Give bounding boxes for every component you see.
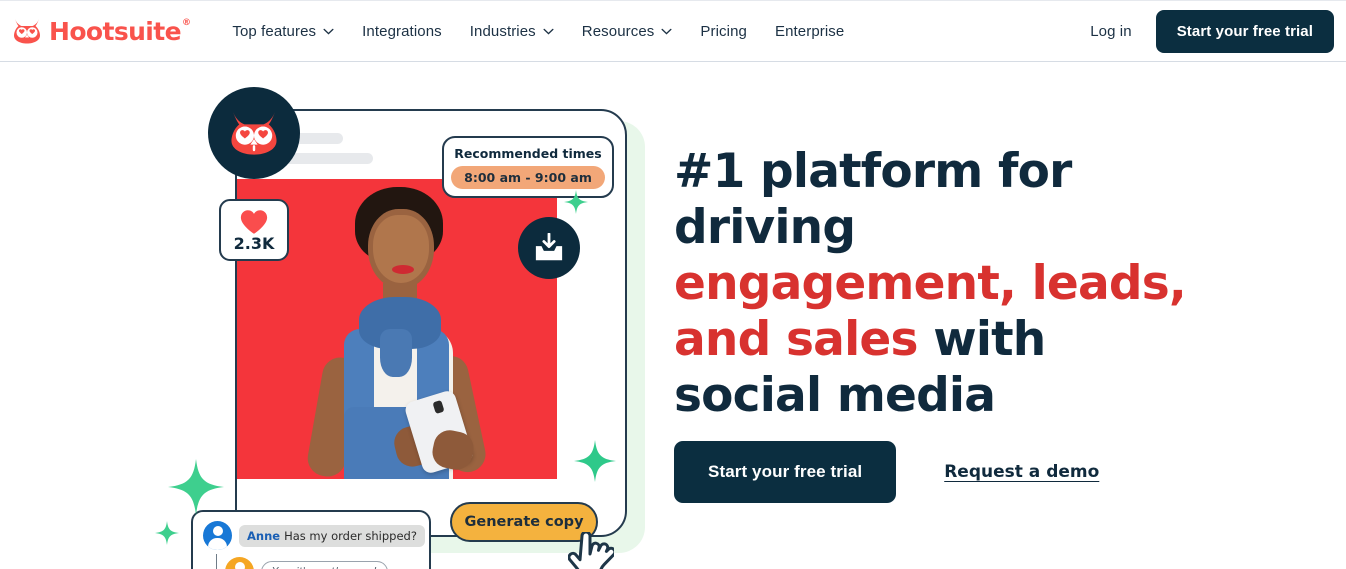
photo-lips	[392, 265, 414, 274]
nav-item-integrations[interactable]: Integrations	[348, 15, 456, 48]
chat-row-incoming: Anne Has my order shipped?	[203, 521, 425, 550]
recommended-time-pill: 8:00 am - 9:00 am	[451, 165, 605, 189]
hero-copy: #1 platform for driving engagement, lead…	[674, 144, 1234, 503]
headline-line-5: social media	[674, 368, 996, 423]
download-tray-icon	[535, 233, 563, 261]
owl-avatar-badge	[208, 87, 300, 179]
main-navbar: Hootsuite® Top features Integrations Ind…	[0, 1, 1346, 62]
chat-bubble-incoming: Anne Has my order shipped?	[239, 524, 425, 547]
chat-row-reply: Yes, it's on the way!	[225, 557, 419, 569]
pointing-hand-cursor-icon	[568, 532, 614, 569]
hero-section: 2.3K Recommended times 8:00 am - 9:00 am	[0, 62, 1346, 569]
chat-sender-name: Anne	[247, 528, 281, 543]
navbar-start-free-trial-button[interactable]: Start your free trial	[1155, 9, 1334, 53]
registered-mark: ®	[181, 17, 191, 28]
nav-label: Top features	[232, 22, 317, 40]
chevron-down-icon	[661, 28, 672, 35]
hootsuite-logo[interactable]: Hootsuite®	[12, 16, 191, 46]
recommended-times-title: Recommended times	[454, 145, 602, 161]
nav-item-resources[interactable]: Resources	[568, 15, 687, 48]
download-badge	[518, 217, 580, 279]
nav-right-actions: Log in Start your free trial	[1080, 9, 1334, 53]
chat-bubble-reply: Yes, it's on the way!	[261, 560, 389, 569]
chevron-down-icon	[323, 28, 334, 35]
sparkle-icon	[155, 521, 179, 545]
chat-message-text: Has my order shipped?	[284, 528, 417, 543]
likes-card: 2.3K	[219, 199, 289, 261]
photo-scarf-tail	[380, 329, 412, 377]
sparkle-icon	[168, 459, 224, 515]
nav-item-top-features[interactable]: Top features	[218, 15, 348, 48]
nav-label: Industries	[469, 22, 536, 40]
hootsuite-owl-icon	[14, 19, 40, 44]
heart-icon	[240, 209, 268, 234]
nav-label: Resources	[581, 22, 655, 40]
nav-links: Top features Integrations Industries Res…	[218, 15, 858, 48]
headline-line-4-red: and sales	[674, 312, 918, 367]
recommended-times-card: Recommended times 8:00 am - 9:00 am	[442, 136, 614, 198]
headline-line-3: engagement, leads,	[674, 256, 1187, 311]
chevron-down-icon	[543, 28, 554, 35]
user-avatar-blue	[203, 521, 232, 550]
hero-illustration: 2.3K Recommended times 8:00 am - 9:00 am	[150, 87, 650, 569]
nav-label: Enterprise	[774, 22, 845, 40]
likes-count: 2.3K	[233, 233, 275, 253]
sparkle-icon	[574, 440, 616, 482]
hootsuite-owl-icon	[231, 112, 277, 155]
page-root: Hootsuite® Top features Integrations Ind…	[0, 0, 1346, 569]
logo-wordmark: Hootsuite®	[49, 16, 191, 46]
nav-label: Integrations	[362, 22, 442, 40]
nav-item-enterprise[interactable]: Enterprise	[761, 15, 858, 48]
nav-item-pricing[interactable]: Pricing	[686, 15, 761, 48]
page-title: #1 platform for driving engagement, lead…	[674, 144, 1234, 424]
nav-item-industries[interactable]: Industries	[456, 15, 568, 48]
headline-line-2: driving	[674, 200, 856, 255]
chat-preview-card: AnneHas my order shipped? Yes, it's on t…	[191, 510, 431, 569]
nav-label: Pricing	[700, 22, 747, 40]
request-a-demo-link[interactable]: Request a demo	[944, 462, 1099, 482]
user-avatar-orange	[225, 557, 254, 569]
sparkle-icon	[564, 190, 588, 214]
headline-line-1: #1 platform for	[674, 144, 1072, 199]
headline-line-4-dark: with	[917, 312, 1046, 367]
hero-start-free-trial-button[interactable]: Start your free trial	[674, 441, 897, 503]
hero-cta-row: Start your free trial Request a demo	[674, 441, 1099, 503]
login-link[interactable]: Log in	[1080, 17, 1141, 46]
